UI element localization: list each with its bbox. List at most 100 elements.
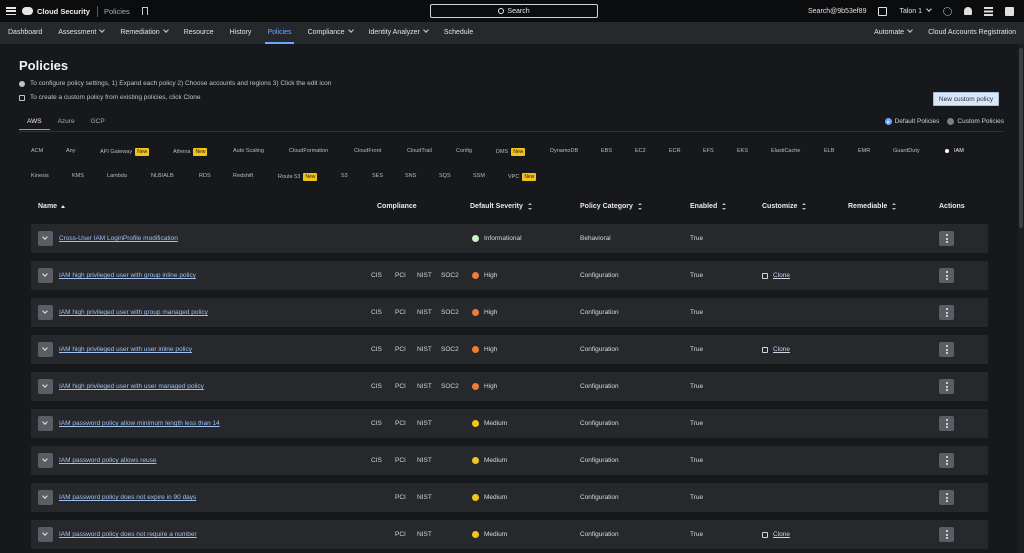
table-row[interactable]: IAM high privileged user with group mana… — [31, 298, 988, 327]
service-filter-vpc[interactable]: VPC New — [508, 173, 537, 181]
page-scrollbar[interactable] — [1018, 44, 1024, 553]
service-filter-guardduty[interactable]: GuardDuty — [893, 148, 920, 154]
row-actions-button[interactable] — [939, 268, 954, 283]
service-filter-auto-scaling[interactable]: Auto Scaling — [233, 148, 264, 154]
service-filter-redshift[interactable]: Redshift — [233, 173, 253, 179]
service-filter-eks[interactable]: EKS — [737, 148, 748, 154]
row-actions-button[interactable] — [939, 490, 954, 505]
table-row[interactable]: IAM password policy allow minimum length… — [31, 409, 988, 438]
service-filter-kinesis[interactable]: Kinesis — [31, 173, 49, 179]
apps-grid-icon[interactable] — [1005, 6, 1014, 16]
tab-aws[interactable]: AWS — [19, 118, 50, 130]
expand-row-button[interactable] — [38, 231, 53, 246]
policy-name-link[interactable]: Cross-User IAM LoginProfile modification — [59, 235, 178, 242]
row-actions-button[interactable] — [939, 342, 954, 357]
service-filter-kms[interactable]: KMS — [72, 173, 84, 179]
service-filter-nlb-alb[interactable]: NLB/ALB — [151, 173, 174, 179]
clone-link[interactable]: Clone — [762, 520, 790, 549]
table-row[interactable]: Cross-User IAM LoginProfile modification… — [31, 224, 988, 253]
service-filter-sns[interactable]: SNS — [405, 173, 416, 179]
row-actions-button[interactable] — [939, 379, 954, 394]
col-header-category[interactable]: Policy Category — [580, 203, 643, 210]
nav-assessment[interactable]: Assessment — [50, 22, 112, 44]
bookmark-icon[interactable] — [141, 7, 148, 15]
col-header-enabled[interactable]: Enabled — [690, 203, 727, 210]
account-id[interactable]: Search@9b53ef89 — [808, 8, 866, 15]
policy-name-link[interactable]: IAM high privileged user with group mana… — [59, 309, 208, 316]
service-filter-acm[interactable]: ACM — [31, 148, 43, 154]
policy-name-link[interactable]: IAM password policy does not require a n… — [59, 531, 197, 538]
service-filter-dynamodb[interactable]: DynamoDB — [550, 148, 578, 154]
service-filter-cloudtrail[interactable]: CloudTrail — [407, 148, 432, 154]
nav-cloud-accounts-registration[interactable]: Cloud Accounts Registration — [920, 22, 1024, 44]
notifications-icon[interactable] — [964, 7, 972, 15]
col-header-severity[interactable]: Default Severity — [470, 203, 533, 210]
expand-row-button[interactable] — [38, 342, 53, 357]
service-filter-any[interactable]: Any — [66, 148, 75, 154]
row-actions-button[interactable] — [939, 231, 954, 246]
service-filter-s3[interactable]: S3 — [341, 173, 348, 179]
service-filter-lambda[interactable]: Lambda — [107, 173, 127, 179]
default-policies-radio[interactable]: Default Policies — [884, 118, 939, 125]
tab-gcp[interactable]: GCP — [83, 118, 113, 130]
policy-name-link[interactable]: IAM high privileged user with user inlin… — [59, 346, 192, 353]
service-filter-elb[interactable]: ELB — [824, 148, 834, 154]
custom-policies-radio[interactable]: Custom Policies — [947, 118, 1004, 125]
service-filter-iam[interactable]: IAM — [945, 148, 964, 154]
service-filter-ebs[interactable]: EBS — [601, 148, 612, 154]
table-row[interactable]: IAM high privileged user with user inlin… — [31, 335, 988, 364]
table-row[interactable]: IAM password policy does not expire in 9… — [31, 483, 988, 512]
clone-link[interactable]: Clone — [762, 261, 790, 290]
layers-icon[interactable] — [984, 6, 993, 16]
col-header-name[interactable]: Name — [38, 203, 66, 210]
clone-link[interactable]: Clone — [762, 335, 790, 364]
service-filter-ec2[interactable]: EC2 — [635, 148, 646, 154]
table-row[interactable]: IAM high privileged user with user manag… — [31, 372, 988, 401]
table-row[interactable]: IAM password policy allows reuse CIS PCI NI… — [31, 446, 988, 475]
service-filter-elasticache[interactable]: ElastiCache — [771, 148, 800, 154]
expand-row-button[interactable] — [38, 379, 53, 394]
nav-schedule[interactable]: Schedule — [436, 22, 481, 44]
row-actions-button[interactable] — [939, 305, 954, 320]
nav-compliance[interactable]: Compliance — [300, 22, 361, 44]
service-filter-ecr[interactable]: ECR — [669, 148, 681, 154]
nav-dashboard[interactable]: Dashboard — [0, 22, 50, 44]
nav-policies[interactable]: Policies — [259, 22, 299, 44]
global-search[interactable]: Search — [430, 4, 598, 18]
user-menu[interactable]: Talon 1 — [899, 5, 932, 15]
service-filter-athena[interactable]: Athena New — [173, 148, 208, 156]
new-custom-policy-button[interactable]: New custom policy — [933, 92, 999, 106]
row-actions-button[interactable] — [939, 453, 954, 468]
service-filter-config[interactable]: Config — [456, 148, 472, 154]
row-actions-button[interactable] — [939, 527, 954, 542]
policy-name-link[interactable]: IAM high privileged user with group inli… — [59, 272, 196, 279]
table-row[interactable]: IAM high privileged user with group inli… — [31, 261, 988, 290]
scrollbar-thumb[interactable] — [1019, 48, 1023, 228]
document-icon[interactable] — [878, 6, 888, 16]
settings-icon[interactable] — [943, 6, 952, 16]
row-actions-button[interactable] — [939, 416, 954, 431]
expand-row-button[interactable] — [38, 527, 53, 542]
expand-row-button[interactable] — [38, 268, 53, 283]
nav-resource[interactable]: Resource — [176, 22, 222, 44]
expand-row-button[interactable] — [38, 305, 53, 320]
service-filter-efs[interactable]: EFS — [703, 148, 714, 154]
expand-row-button[interactable] — [38, 490, 53, 505]
policy-name-link[interactable]: IAM password policy allow minimum length… — [59, 420, 220, 427]
table-row[interactable]: IAM password policy does not require a n… — [31, 520, 988, 549]
expand-row-button[interactable] — [38, 453, 53, 468]
col-header-customize[interactable]: Customize — [762, 203, 807, 210]
policy-name-link[interactable]: IAM password policy allows reuse — [59, 457, 157, 464]
service-filter-rds[interactable]: RDS — [199, 173, 211, 179]
nav-history[interactable]: History — [222, 22, 260, 44]
menu-icon[interactable] — [6, 7, 16, 15]
service-filter-dms[interactable]: DMS New — [496, 148, 526, 156]
nav-remediation[interactable]: Remediation — [112, 22, 175, 44]
col-header-remediable[interactable]: Remediable — [848, 203, 897, 210]
service-filter-emr[interactable]: EMR — [858, 148, 870, 154]
tab-azure[interactable]: Azure — [50, 118, 83, 130]
nav-identity-analyzer[interactable]: Identity Analyzer — [361, 22, 436, 44]
service-filter-ses[interactable]: SES — [372, 173, 383, 179]
service-filter-sqs[interactable]: SQS — [439, 173, 451, 179]
expand-row-button[interactable] — [38, 416, 53, 431]
